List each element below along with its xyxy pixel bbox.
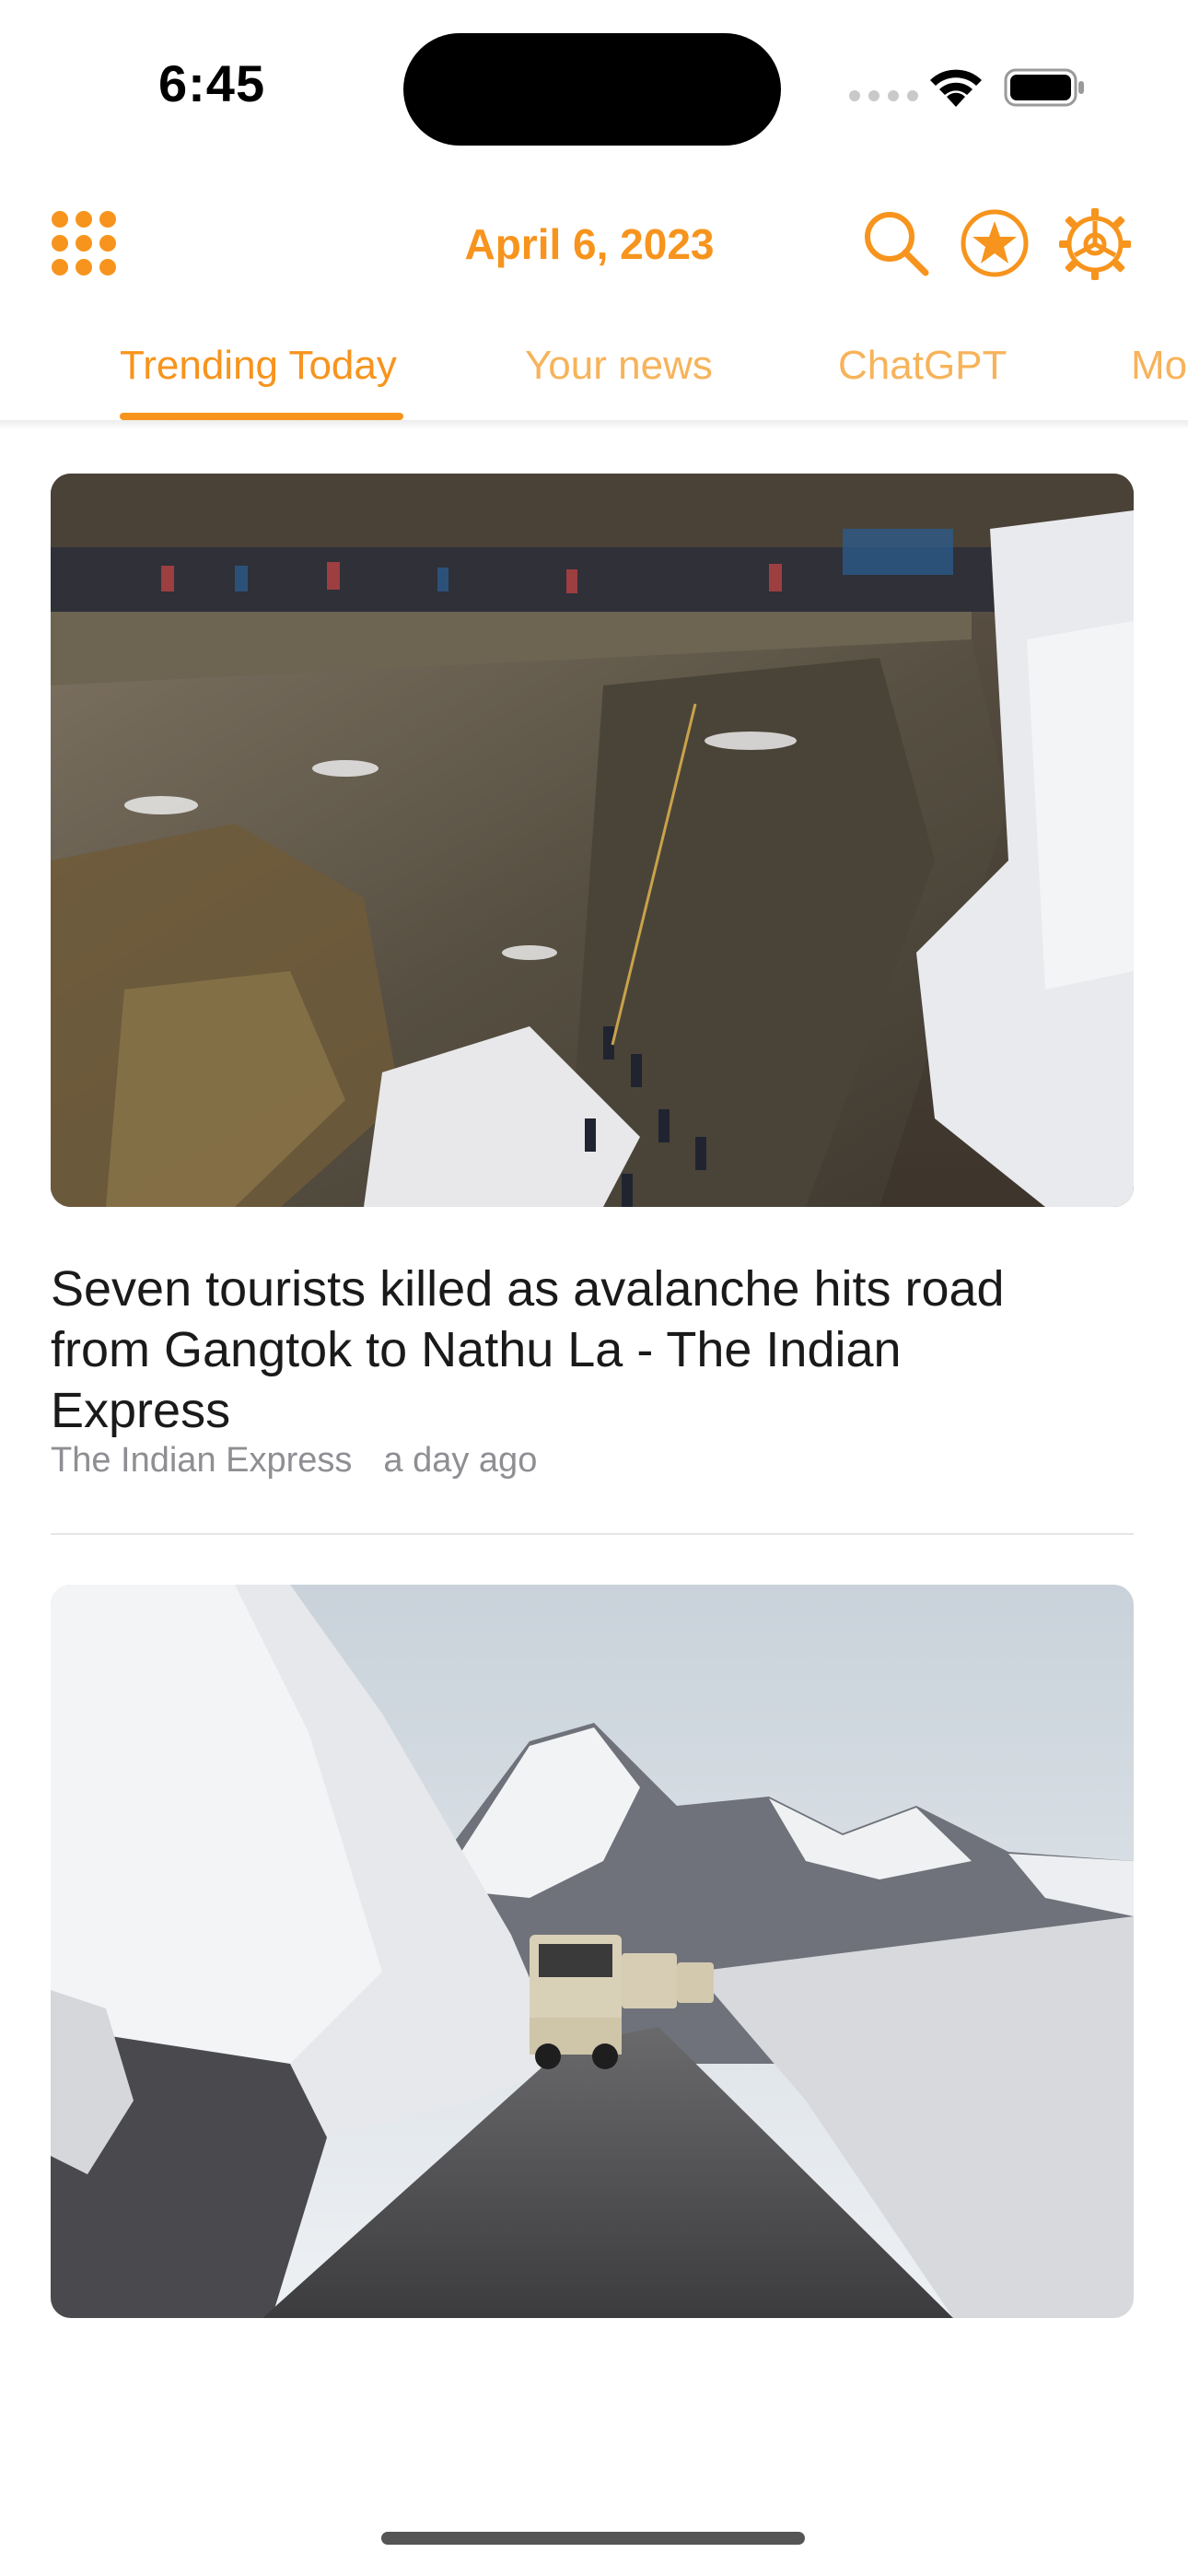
news-app-screen: 6:45 April 6, 2023 Trending Today Your n… (0, 0, 1188, 2576)
tab-your-news[interactable]: Your news (525, 343, 713, 389)
avalanche-gorge-photo (51, 474, 1134, 1207)
header-date[interactable]: April 6, 2023 (364, 219, 815, 269)
status-time: 6:45 (158, 54, 266, 112)
article-title[interactable]: Seven tourists killed as avalanche hits … (51, 1259, 1082, 1441)
search-icon[interactable] (861, 208, 931, 278)
category-tabs: Trending Today Your news ChatGPT Mo (0, 332, 1188, 424)
home-indicator[interactable] (381, 2532, 805, 2545)
article-source: The Indian Express (51, 1441, 353, 1480)
article-image[interactable] (51, 1585, 1134, 2318)
tabs-divider-shadow (0, 420, 1188, 429)
favorites-star-icon[interactable] (960, 208, 1030, 278)
tab-trending-today[interactable]: Trending Today (120, 343, 397, 389)
tab-chatgpt[interactable]: ChatGPT (838, 343, 1007, 389)
settings-gear-icon[interactable] (1057, 206, 1133, 282)
status-bar: 6:45 (0, 0, 1188, 175)
dynamic-island (403, 33, 781, 146)
active-tab-indicator (120, 413, 403, 420)
article-meta: The Indian Express a day ago (51, 1441, 537, 1481)
wifi-icon (930, 69, 982, 107)
battery-icon (1004, 68, 1084, 107)
article-image[interactable] (51, 474, 1134, 1207)
apps-grid-icon[interactable] (51, 210, 117, 276)
article-divider (51, 1533, 1134, 1535)
cellular-signal-icon (849, 90, 918, 101)
article-time: a day ago (383, 1441, 538, 1480)
snow-road-photo (51, 1585, 1134, 2318)
tab-more[interactable]: Mo (1131, 343, 1187, 389)
